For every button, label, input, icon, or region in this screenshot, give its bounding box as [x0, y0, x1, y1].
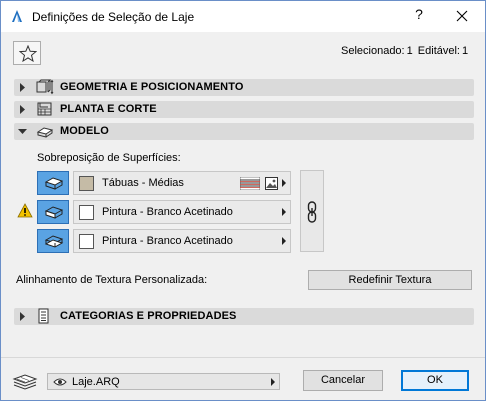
panel-model-label: MODELO	[60, 125, 109, 137]
editable-label: Editável:	[417, 45, 460, 57]
star-icon	[19, 45, 37, 62]
selection-info: Selecionado: 1 Editável: 1	[341, 45, 470, 57]
texture-alignment-label: Alinhamento de Textura Personalizada:	[16, 274, 208, 286]
dialog-window: Definições de Seleção de Laje ? Selecion…	[0, 0, 486, 401]
edge-surface-material-field[interactable]: Pintura - Branco Acetinado	[73, 200, 291, 224]
material-name: Tábuas - Médias	[102, 177, 184, 189]
slab-bottom-surface-icon	[44, 235, 64, 248]
help-button[interactable]: ?	[411, 6, 427, 22]
material-swatch	[79, 234, 94, 249]
chevron-right-icon	[282, 237, 286, 245]
cancel-button[interactable]: Cancelar	[303, 370, 383, 391]
dialog-title: Definições de Seleção de Laje	[32, 10, 195, 24]
panel-plan-header[interactable]: PLANTA E CORTE	[14, 101, 474, 118]
geometry-icon	[36, 79, 54, 95]
panel-geometry-label: GEOMETRIA E POSICIONAMENTO	[60, 81, 244, 93]
slab-top-surface-icon	[44, 177, 64, 190]
selected-count: 1	[406, 45, 413, 57]
warning-icon	[17, 203, 33, 218]
reset-texture-button[interactable]: Redefinir Textura	[308, 270, 472, 290]
chevron-right-icon	[271, 378, 275, 386]
top-surface-material-field[interactable]: Tábuas - Médias	[73, 171, 291, 195]
chevron-right-icon	[282, 179, 286, 187]
material-swatch	[79, 205, 94, 220]
bottom-surface-material-field[interactable]: Pintura - Branco Acetinado	[73, 229, 291, 253]
floor-plan-icon	[37, 102, 52, 116]
material-name: Pintura - Branco Acetinado	[102, 235, 233, 247]
link-surfaces-button[interactable]	[300, 170, 324, 252]
chain-link-icon	[307, 201, 317, 223]
material-name: Pintura - Branco Acetinado	[102, 206, 233, 218]
model-icon	[36, 127, 54, 138]
panel-categories-header[interactable]: CATEGORIAS E PROPRIEDADES	[14, 308, 474, 325]
expand-triangle-icon	[20, 83, 25, 92]
texture-image-icon	[265, 177, 278, 190]
panel-categories-label: CATEGORIAS E PROPRIEDADES	[60, 310, 237, 322]
chevron-right-icon	[282, 208, 286, 216]
hatch-pattern-icon	[240, 177, 260, 190]
surface-override-label: Sobreposição de Superfícies:	[37, 152, 181, 164]
panel-plan-label: PLANTA E CORTE	[60, 103, 157, 115]
document-icon	[38, 308, 49, 324]
archicad-logo-icon	[12, 10, 22, 22]
top-surface-button[interactable]	[37, 171, 69, 195]
layer-name: Laje.ARQ	[72, 376, 120, 388]
ok-button[interactable]: OK	[401, 370, 469, 391]
panel-geometry-header[interactable]: GEOMETRIA E POSICIONAMENTO	[14, 79, 474, 96]
panel-model-header[interactable]: MODELO	[14, 123, 474, 140]
collapse-triangle-icon	[18, 129, 27, 134]
layers-icon	[12, 374, 38, 390]
edge-surface-button[interactable]	[37, 200, 69, 224]
close-icon[interactable]	[453, 7, 471, 25]
eye-icon	[53, 378, 67, 386]
title-bar: Definições de Seleção de Laje ?	[1, 1, 485, 32]
favorites-button[interactable]	[13, 41, 41, 65]
editable-count: 1	[462, 45, 469, 57]
footer-divider	[1, 357, 485, 358]
material-swatch	[79, 176, 94, 191]
layer-selector[interactable]: Laje.ARQ	[47, 373, 280, 390]
expand-triangle-icon	[20, 312, 25, 321]
expand-triangle-icon	[20, 105, 25, 114]
bottom-surface-button[interactable]	[37, 229, 69, 253]
slab-edge-surface-icon	[44, 206, 64, 219]
selected-label: Selecionado:	[341, 45, 405, 57]
